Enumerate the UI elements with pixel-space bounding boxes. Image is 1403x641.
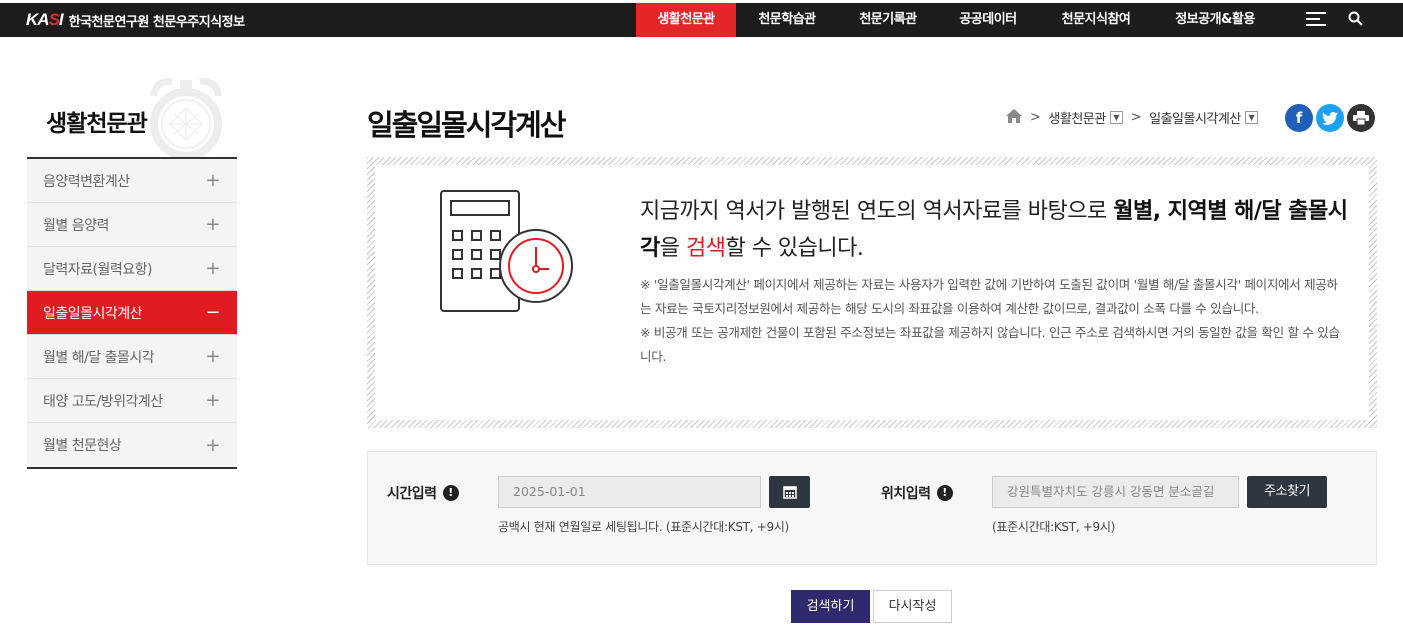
intro-box: 지금까지 역서가 발행된 연도의 역서자료를 바탕으로 월별, 지역별 해/달 … xyxy=(367,157,1377,428)
sidebar-item-label: 월별 해/달 출몰시각 xyxy=(43,349,155,366)
breadcrumb-separator: > xyxy=(1130,110,1142,125)
location-input[interactable]: 강원특별자치도 강릉시 강동면 분소골길 xyxy=(992,476,1239,508)
gnb-item-knowledge-participation[interactable]: 천문지식참여 xyxy=(1038,3,1154,37)
gnb-item-astronomy-learning[interactable]: 천문학습관 xyxy=(736,3,838,37)
intro-notes: ※ '일출일몰시각계산' 페이지에서 제공하는 자료는 사용자가 입력한 값에 … xyxy=(640,273,1345,369)
kasi-logo: KASI xyxy=(26,10,64,29)
breadcrumb-item-page[interactable]: 일출일몰시각계산 xyxy=(1149,108,1241,127)
print-icon[interactable] xyxy=(1347,104,1375,132)
home-icon[interactable] xyxy=(1006,108,1022,127)
sidebar-item-label: 월별 음양력 xyxy=(43,217,109,234)
chevron-down-icon[interactable]: ▼ xyxy=(1109,111,1123,124)
intro-lead-highlight: 검색 xyxy=(685,236,726,261)
info-icon[interactable]: ! xyxy=(936,485,953,501)
facebook-icon[interactable]: f xyxy=(1285,104,1313,132)
plus-icon: + xyxy=(205,390,220,411)
intro-note-1: ※ '일출일몰시각계산' 페이지에서 제공하는 자료는 사용자가 입력한 값에 … xyxy=(640,277,1338,316)
breadcrumb-item-section[interactable]: 생활천문관 xyxy=(1048,108,1106,127)
sidebar-item-solar-altitude[interactable]: 태양 고도/방위각계산 + xyxy=(27,379,237,423)
search-icon[interactable] xyxy=(1348,11,1363,30)
menu-icon[interactable] xyxy=(1306,11,1326,30)
minus-icon: − xyxy=(205,302,220,323)
sidebar-item-label: 달력자료(월력요항) xyxy=(43,261,152,278)
time-input-label-text: 시간입력 xyxy=(387,486,437,502)
main-menu: 생활천문관 천문학습관 천문기록관 공공데이터 천문지식참여 정보공개&활용 xyxy=(636,3,1276,37)
plus-icon: + xyxy=(205,214,220,235)
gnb-item-public-data[interactable]: 공공데이터 xyxy=(938,3,1038,37)
intro-note-2: ※ 비공개 또는 공개제한 건물이 포함된 주소정보는 좌표값을 제공하지 않습… xyxy=(640,325,1340,364)
time-input-hint: 공백시 현재 연월일로 세팅됩니다. (표준시간대:KST, +9시) xyxy=(498,520,789,534)
top-navigation: KASI 한국천문연구원 천문우주지식정보 생활천문관 천문학습관 천문기록관 … xyxy=(0,3,1403,37)
info-icon[interactable]: ! xyxy=(442,485,459,501)
intro-lead: 지금까지 역서가 발행된 연도의 역서자료를 바탕으로 월별, 지역별 해/달 … xyxy=(640,193,1360,267)
breadcrumb-separator: > xyxy=(1030,110,1041,125)
search-form: 시간입력 ! 2025-01-01 공백시 현재 연월일로 세팅됩니다. (표준… xyxy=(367,451,1377,565)
intro-lead-text: 을 xyxy=(659,236,686,261)
sidebar-menu: 음양력변환계산 + 월별 음양력 + 달력자료(월력요항) + 일출일몰시각계산… xyxy=(27,157,237,469)
search-button[interactable]: 검색하기 xyxy=(791,590,870,623)
breadcrumb: > 생활천문관 ▼ > 일출일몰시각계산 ▼ xyxy=(1006,108,1258,127)
location-input-hint: (표준시간대:KST, +9시) xyxy=(992,520,1115,534)
date-input[interactable]: 2025-01-01 xyxy=(498,476,761,508)
intro-lead-text: 할 수 있습니다. xyxy=(725,236,864,261)
location-input-label: 위치입력 ! xyxy=(881,483,953,503)
location-input-label-text: 위치입력 xyxy=(881,486,931,502)
calendar-icon xyxy=(782,486,797,499)
reset-button[interactable]: 다시작성 xyxy=(873,590,952,623)
sidebar-item-calendar-data[interactable]: 달력자료(월력요항) + xyxy=(27,247,237,291)
site-brand[interactable]: KASI 한국천문연구원 천문우주지식정보 xyxy=(26,3,245,37)
find-address-button[interactable]: 주소찾기 xyxy=(1247,476,1327,508)
twitter-icon[interactable] xyxy=(1316,104,1344,132)
plus-icon: + xyxy=(205,258,220,279)
gnb-item-life-astronomy[interactable]: 생활천문관 xyxy=(636,3,736,37)
gnb-item-info-disclosure[interactable]: 정보공개&활용 xyxy=(1154,3,1276,37)
calculator-clock-icon xyxy=(440,190,573,312)
calendar-button[interactable] xyxy=(769,476,810,508)
sidebar-item-label: 월별 천문현상 xyxy=(43,438,122,454)
plus-icon: + xyxy=(205,170,220,191)
sidebar-item-label: 태양 고도/방위각계산 xyxy=(43,393,163,410)
chevron-down-icon[interactable]: ▼ xyxy=(1244,111,1258,124)
sidebar-item-label: 일출일몰시각계산 xyxy=(43,305,143,322)
gnb-item-astronomy-records[interactable]: 천문기록관 xyxy=(838,3,938,37)
sidebar-item-lunar-solar-conversion[interactable]: 음양력변환계산 + xyxy=(27,159,237,203)
sidebar-title: 생활천문관 xyxy=(46,111,148,137)
sidebar-item-monthly-lunar-solar[interactable]: 월별 음양력 + xyxy=(27,203,237,247)
alarm-clock-icon xyxy=(150,77,222,160)
plus-icon: + xyxy=(205,434,220,456)
plus-icon: + xyxy=(205,346,220,367)
share-buttons: f xyxy=(1285,104,1375,132)
sidebar-item-monthly-phenomena[interactable]: 월별 천문현상 + xyxy=(27,423,237,467)
sidebar-item-label: 음양력변환계산 xyxy=(43,173,130,190)
site-name: 한국천문연구원 천문우주지식정보 xyxy=(68,14,245,30)
sidebar-item-monthly-sun-moon[interactable]: 월별 해/달 출몰시각 + xyxy=(27,335,237,379)
sidebar-item-sunrise-sunset[interactable]: 일출일몰시각계산 − xyxy=(27,291,237,335)
time-input-label: 시간입력 ! xyxy=(387,483,459,503)
intro-lead-text: 지금까지 역서가 발행된 연도의 역서자료를 바탕으로 xyxy=(640,199,1114,224)
page-title: 일출일몰시각계산 xyxy=(367,108,566,142)
